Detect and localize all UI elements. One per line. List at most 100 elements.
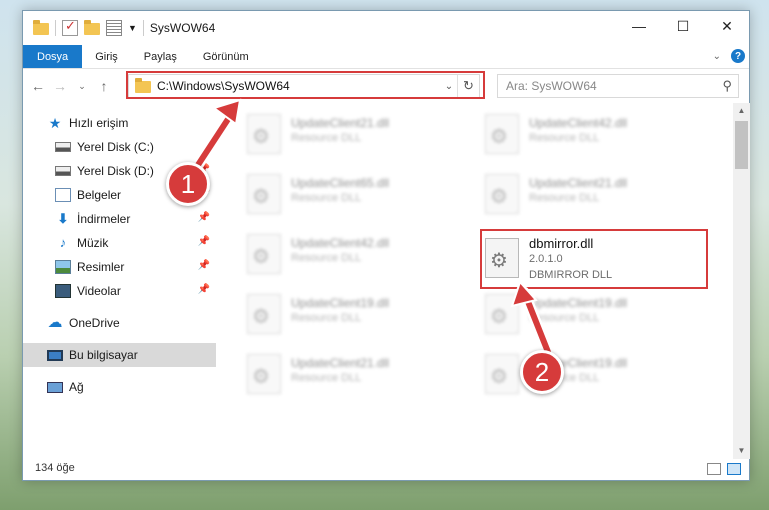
file-type: Resource DLL [291, 192, 362, 204]
callout-badge-1: 1 [166, 162, 210, 206]
file-type: Resource DLL [529, 312, 600, 324]
view-toggle [707, 463, 741, 475]
sidebar-item-label: Bu bilgisayar [69, 348, 138, 362]
properties-check-icon[interactable] [62, 18, 78, 36]
up-arrow-icon[interactable]: ↑ [93, 78, 115, 94]
dll-file-icon [247, 354, 281, 394]
folder-icon [33, 20, 49, 35]
scroll-thumb[interactable] [735, 121, 748, 169]
maximize-button[interactable]: ☐ [661, 11, 705, 41]
list-item[interactable]: UpdateClient21.dll Resource DLL [223, 105, 453, 157]
window-controls: — ☐ ✕ [617, 11, 749, 41]
videos-icon [55, 284, 71, 298]
search-icon[interactable]: ⚲ [722, 78, 732, 94]
tab-view[interactable]: Görünüm [190, 45, 262, 68]
tab-share[interactable]: Paylaş [131, 45, 190, 68]
sidebar-item-label: Videolar [77, 284, 121, 298]
sidebar-item-label: İndirmeler [77, 212, 131, 226]
recent-locations-chevron-icon[interactable]: ⌄ [71, 81, 93, 92]
sidebar-item-label: Hızlı erişim [69, 116, 129, 130]
network-icon [47, 381, 63, 393]
file-type: Resource DLL [291, 252, 362, 264]
dll-file-icon [247, 294, 281, 334]
pin-icon[interactable]: 📌 [198, 212, 210, 223]
list-item[interactable]: UpdateClient19.dll Resource DLL [461, 345, 691, 397]
search-input[interactable]: Ara: SysWOW64 ⚲ [497, 74, 739, 98]
large-icons-view-icon[interactable] [727, 463, 741, 475]
quick-access-toolbar: ▼ [23, 18, 144, 36]
sidebar-item-quick-access[interactable]: ★ Hızlı erişim [23, 111, 216, 135]
file-name: UpdateClient21.dll [291, 116, 390, 130]
sidebar-item-onedrive[interactable]: ☁ OneDrive [23, 311, 216, 335]
pin-icon[interactable]: 📌 [198, 236, 210, 247]
details-view-icon[interactable] [707, 463, 721, 475]
list-item[interactable]: UpdateClient65.dll Resource DLL [223, 165, 453, 217]
sidebar-item-pictures[interactable]: Resimler 📌 [23, 255, 216, 279]
file-name: UpdateClient21.dll [529, 176, 628, 190]
dll-file-icon [485, 294, 519, 334]
sidebar-item-network[interactable]: Ağ [23, 375, 216, 399]
close-button[interactable]: ✕ [705, 11, 749, 41]
dll-file-icon [247, 174, 281, 214]
item-count: 134 öğe [35, 462, 75, 474]
tab-home[interactable]: Giriş [82, 45, 131, 68]
computer-icon [47, 349, 63, 361]
pin-icon[interactable]: 📌 [198, 284, 210, 295]
file-type: Resource DLL [291, 372, 362, 384]
pin-icon[interactable]: 📌 [198, 260, 210, 271]
ribbon-tabs: Dosya Giriş Paylaş Görünüm ⌄ ? [23, 45, 749, 69]
sidebar-item-this-pc[interactable]: Bu bilgisayar [23, 343, 216, 367]
file-type: Resource DLL [291, 312, 362, 324]
file-name: UpdateClient19.dll [291, 296, 390, 310]
sidebar-item-downloads[interactable]: ⬇ İndirmeler 📌 [23, 207, 216, 231]
documents-icon [55, 188, 71, 202]
expand-ribbon-chevron-icon[interactable]: ⌄ [713, 51, 721, 62]
download-icon: ⬇ [57, 211, 69, 226]
toolbar-separator [55, 20, 56, 36]
forward-arrow-icon[interactable]: → [49, 78, 71, 94]
list-item[interactable]: UpdateClient21.dll Resource DLL [461, 165, 691, 217]
drive-icon [55, 166, 71, 176]
star-icon: ★ [48, 114, 62, 131]
toolbar-separator [142, 20, 144, 36]
list-item[interactable]: UpdateClient19.dll Resource DLL [461, 285, 691, 337]
properties-icon[interactable] [106, 20, 122, 36]
file-highlight [480, 229, 708, 289]
sidebar-item-label: Yerel Disk (D:) [77, 164, 154, 178]
file-type: Resource DLL [529, 132, 600, 144]
tab-file[interactable]: Dosya [23, 45, 83, 68]
list-item[interactable]: UpdateClient19.dll Resource DLL [223, 285, 453, 337]
search-placeholder: Ara: SysWOW64 [506, 79, 597, 93]
sidebar-item-label: Yerel Disk (C:) [77, 140, 154, 154]
list-item[interactable]: UpdateClient21.dll Resource DLL [223, 345, 453, 397]
file-type: Resource DLL [529, 192, 600, 204]
title-bar: ▼ SysWOW64 — ☐ ✕ [23, 11, 749, 45]
file-name: UpdateClient42.dll [291, 236, 390, 250]
file-name: UpdateClient42.dll [529, 116, 628, 130]
vertical-scrollbar[interactable]: ▲ ▼ [733, 103, 750, 459]
dll-file-icon [247, 114, 281, 154]
pictures-icon [55, 260, 71, 274]
customize-toolbar-chevron-icon[interactable]: ▼ [128, 23, 137, 33]
list-item[interactable]: UpdateClient42.dll Resource DLL [223, 225, 453, 277]
sidebar-item-videos[interactable]: Videolar 📌 [23, 279, 216, 303]
file-type: Resource DLL [291, 132, 362, 144]
sidebar-item-label: OneDrive [69, 316, 120, 330]
sidebar-item-label: Müzik [77, 236, 109, 250]
list-item[interactable]: UpdateClient42.dll Resource DLL [461, 105, 691, 157]
minimize-button[interactable]: — [617, 11, 661, 41]
address-bar-highlight [126, 71, 485, 99]
file-name: UpdateClient19.dll [529, 296, 628, 310]
window-title: SysWOW64 [149, 21, 216, 35]
back-arrow-icon[interactable]: ← [27, 78, 49, 94]
help-icon[interactable]: ? [731, 49, 745, 63]
dll-file-icon [485, 174, 519, 214]
callout-badge-2: 2 [520, 350, 564, 394]
sidebar-item-local-disk-c[interactable]: Yerel Disk (C:) [23, 135, 216, 159]
ribbon-right: ⌄ ? [713, 49, 745, 63]
cloud-icon: ☁ [47, 314, 63, 331]
file-name: UpdateClient65.dll [291, 176, 390, 190]
new-folder-icon[interactable] [84, 20, 100, 35]
sidebar-item-music[interactable]: ♪ Müzik 📌 [23, 231, 216, 255]
scroll-up-icon[interactable]: ▲ [733, 103, 750, 119]
